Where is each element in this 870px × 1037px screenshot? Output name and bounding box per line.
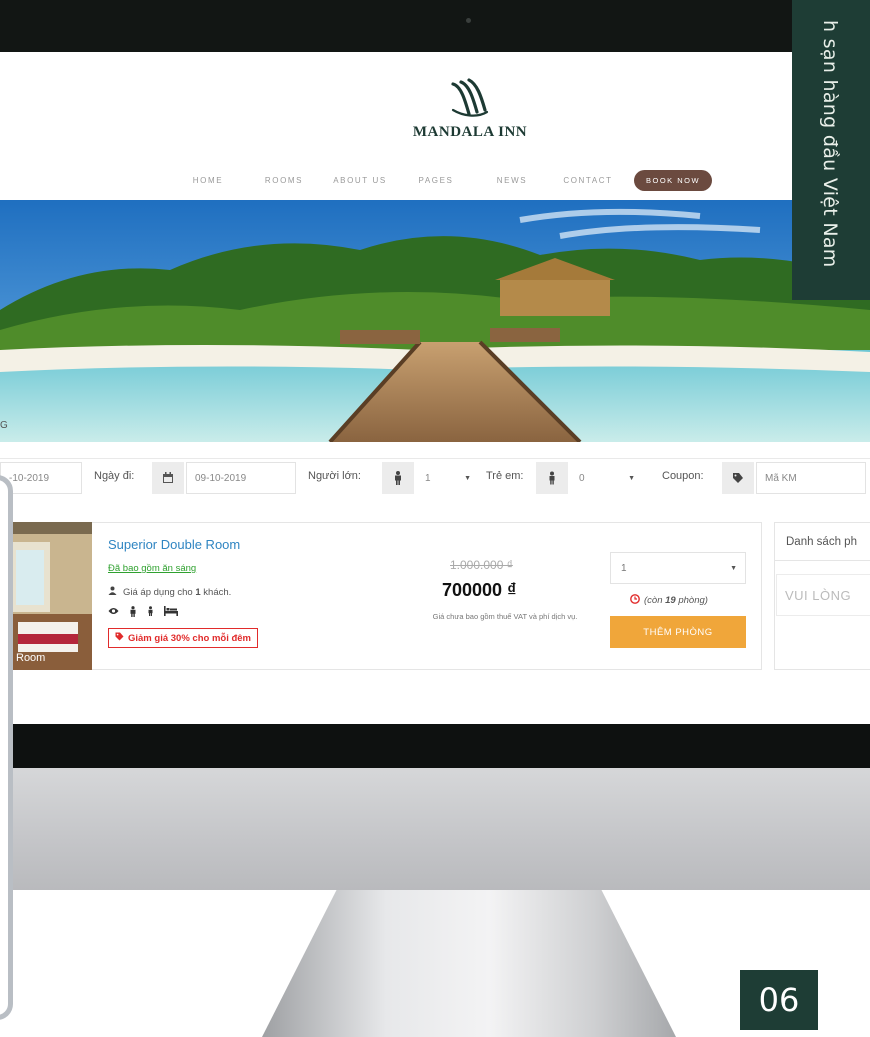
remaining-prefix: (còn (644, 595, 663, 606)
adult-icon (382, 462, 414, 494)
add-room-button[interactable]: THÊM PHÒNG (610, 616, 746, 648)
monitor-chin (0, 768, 870, 890)
coupon-input[interactable]: Mã KM (756, 462, 866, 494)
clock-icon (630, 594, 640, 607)
child-icon (147, 606, 154, 620)
logo-text: MANDALA INN (412, 124, 528, 140)
chevron-down-icon: ▼ (628, 474, 635, 482)
nav-rooms[interactable]: ROOMS (246, 176, 322, 185)
original-price: 1.000.000 ₫ (450, 558, 513, 572)
adults-value: 1 (425, 472, 431, 484)
adults-select[interactable]: 1 ▼ (416, 462, 480, 494)
bed-icon (164, 606, 178, 620)
remaining-count: 19 (665, 595, 676, 606)
guest-count-note: Giá áp dụng cho 1 khách. (108, 586, 231, 598)
children-select[interactable]: 0 ▼ (570, 462, 644, 494)
side-tagline: h sạn hàng đầu Việt Nam (819, 20, 841, 268)
monitor-bottom-bezel (0, 724, 870, 768)
adults-label: Người lớn: (308, 470, 361, 482)
remaining-suffix: phòng) (678, 595, 708, 606)
price-note: Giá chưa bao gồm thuế VAT và phí dịch vụ… (432, 612, 578, 621)
room-title[interactable]: Superior Double Room (108, 537, 240, 552)
mandala-logo-icon (447, 76, 493, 122)
guest-count-suffix: khách. (200, 586, 232, 598)
nav-pages[interactable]: PAGES (398, 176, 474, 185)
discount-text: Giảm giá 30% cho mỗi đêm (128, 632, 252, 644)
room-photo[interactable]: Room (10, 522, 92, 670)
children-value: 0 (579, 472, 585, 484)
calendar-icon[interactable] (152, 462, 184, 494)
user-icon (108, 586, 117, 598)
checkout-date-input[interactable]: 09-10-2019 (186, 462, 296, 494)
checkout-label: Ngày đi: (94, 470, 135, 482)
eye-icon (108, 606, 119, 620)
camera-icon (466, 18, 471, 23)
coupon-label: Coupon: (662, 470, 704, 482)
hero-banner-image (0, 200, 870, 442)
breakfast-included-link[interactable]: Đã bao gồm ăn sáng (108, 563, 196, 574)
discounted-price: 700000 ₫ (442, 580, 517, 600)
book-now-button[interactable]: BOOK NOW (634, 170, 713, 191)
tag-icon (722, 462, 754, 494)
tag-icon (115, 632, 124, 644)
room-quantity-value: 1 (621, 562, 627, 574)
nav-contact[interactable]: CONTACT (550, 176, 626, 185)
room-amenity-icons (108, 606, 178, 620)
guest-count-prefix: Giá áp dụng cho (123, 586, 196, 598)
main-nav: HOME ROOMS ABOUT US PAGES NEWS CONTACT B… (170, 170, 713, 191)
section-heading: G (0, 420, 8, 431)
children-label: Trẻ em: (486, 470, 524, 482)
room-photo-label: Room (16, 652, 46, 664)
monitor-stand (262, 890, 676, 1037)
page-number-badge: 06 (740, 970, 818, 1030)
child-icon (536, 462, 568, 494)
adult-icon (129, 606, 137, 620)
nav-home[interactable]: HOME (170, 176, 246, 185)
chevron-down-icon: ▼ (464, 474, 471, 482)
monitor-top-bezel (0, 0, 800, 52)
room-list-title: Danh sách ph (786, 536, 857, 548)
discount-badge: Giảm giá 30% cho mỗi đêm (108, 628, 259, 648)
room-quantity-select[interactable]: 1 ▼ (610, 552, 746, 584)
divider (774, 560, 870, 561)
chevron-down-icon: ▼ (730, 564, 737, 572)
nav-about-us[interactable]: ABOUT US (322, 176, 398, 185)
room-list-empty-message: VUI LÒNG (776, 574, 870, 616)
rooms-remaining: (còn 19 phòng) (630, 594, 708, 607)
site-logo[interactable]: MANDALA INN (395, 76, 545, 141)
phone-mockup-edge (0, 475, 13, 1020)
nav-news[interactable]: NEWS (474, 176, 550, 185)
